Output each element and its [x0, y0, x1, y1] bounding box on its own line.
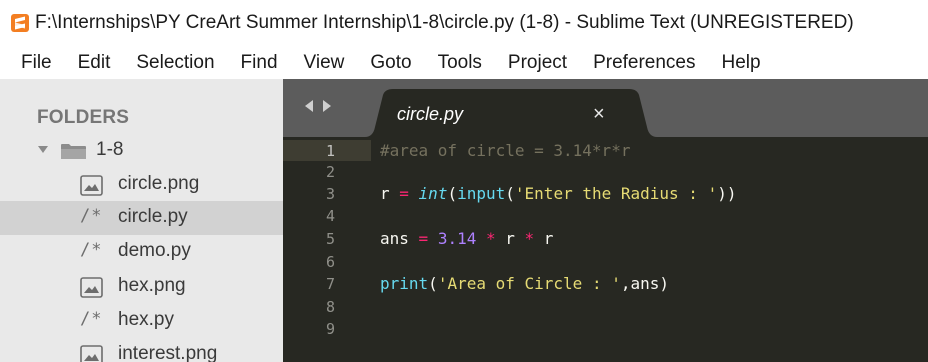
- code-line[interactable]: ans = 3.14 * r * r: [380, 229, 553, 248]
- line-number: 5: [325, 230, 335, 248]
- line-number: 7: [325, 275, 335, 293]
- code-token: 'Area of Circle : ': [437, 274, 621, 293]
- sublime-text-app-icon[interactable]: [11, 14, 29, 32]
- code-token: r: [380, 184, 400, 203]
- code-token: ans: [380, 229, 419, 248]
- file-label: hex.py: [118, 309, 174, 330]
- menu-preferences[interactable]: Preferences: [579, 52, 707, 74]
- folder-open-icon: [61, 144, 86, 159]
- code-token: =: [418, 229, 429, 248]
- code-line[interactable]: r = int(input('Enter the Radius : ')): [380, 184, 736, 203]
- tab-bar: circle.py ×: [283, 79, 928, 137]
- code-token: #area of circle = 3.14*r*r: [380, 141, 631, 160]
- line-number: 3: [325, 185, 335, 203]
- line-number: 4: [325, 207, 335, 225]
- menu-file[interactable]: File: [6, 52, 64, 74]
- folder-row[interactable]: 1-8: [0, 134, 283, 168]
- menu-tools[interactable]: Tools: [424, 52, 494, 74]
- code-area[interactable]: 1 2 3 4 5 6 7 8 9 #area of circle = 3.14*r*r r = …: [283, 137, 928, 362]
- tab-circle-py[interactable]: circle.py ×: [365, 89, 657, 137]
- code-token: (: [428, 274, 438, 293]
- sidebar: FOLDERS 1-8 circle.png /* circle.py /* d…: [0, 79, 283, 362]
- file-row-interest-png[interactable]: interest.png: [0, 338, 283, 362]
- file-label: circle.png: [118, 173, 200, 194]
- code-token: =: [399, 184, 409, 203]
- editor-pane: circle.py × 1 2 3 4 5 6 7 8 9 #area of circle = …: [283, 79, 928, 362]
- code-token: )): [717, 184, 737, 203]
- tab-navigation: [303, 99, 333, 113]
- line-number: 2: [325, 163, 335, 181]
- menu-goto[interactable]: Goto: [356, 52, 423, 74]
- file-row-circle-png[interactable]: circle.png: [0, 168, 283, 202]
- menu-selection[interactable]: Selection: [122, 52, 226, 74]
- code-token: print: [380, 274, 429, 293]
- code-file-icon: /*: [80, 240, 103, 260]
- folders-header: FOLDERS: [37, 107, 130, 128]
- title-bar: F:\Internships\PY CreArt Summer Internsh…: [0, 0, 928, 46]
- code-token: *: [485, 229, 496, 248]
- image-file-icon: [80, 277, 103, 298]
- menu-help[interactable]: Help: [708, 52, 773, 74]
- code-file-icon: /*: [80, 206, 103, 226]
- code-token: ,ans): [620, 274, 670, 293]
- code-token: (: [505, 184, 515, 203]
- file-label: interest.png: [118, 343, 218, 362]
- menu-project[interactable]: Project: [494, 52, 579, 74]
- folder-label: 1-8: [96, 139, 124, 160]
- code-token: *: [524, 229, 535, 248]
- menu-find[interactable]: Find: [227, 52, 290, 74]
- code-line[interactable]: print('Area of Circle : ',ans): [380, 274, 669, 293]
- line-number: 9: [325, 320, 335, 338]
- line-number: 8: [325, 298, 335, 316]
- tab-scroll-left-icon[interactable]: [303, 99, 315, 113]
- code-file-icon: /*: [80, 309, 103, 329]
- code-token: (: [447, 184, 458, 203]
- close-icon[interactable]: ×: [593, 103, 605, 126]
- disclosure-triangle-icon[interactable]: [38, 146, 48, 153]
- menu-bar: File Edit Selection Find View Goto Tools…: [0, 46, 928, 79]
- line-number-gutter: 1 2 3 4 5 6 7 8 9: [283, 137, 371, 362]
- menu-edit[interactable]: Edit: [64, 52, 123, 74]
- window-title: F:\Internships\PY CreArt Summer Internsh…: [35, 12, 854, 33]
- code-token: input: [457, 184, 506, 203]
- tab-scroll-right-icon[interactable]: [321, 99, 333, 113]
- file-label: demo.py: [118, 240, 191, 261]
- code-token: int: [418, 184, 448, 203]
- code-token: r: [534, 229, 554, 248]
- menu-view[interactable]: View: [290, 52, 357, 74]
- code-token: r: [495, 229, 525, 248]
- line-number: 1: [325, 142, 335, 160]
- tab-label: circle.py: [397, 104, 464, 124]
- image-file-icon: [80, 345, 103, 362]
- file-label: circle.py: [118, 206, 188, 227]
- file-row-hex-png[interactable]: hex.png: [0, 270, 283, 304]
- file-row-demo-py[interactable]: /* demo.py: [0, 235, 283, 269]
- file-label: hex.png: [118, 275, 186, 296]
- line-number: 6: [325, 253, 335, 271]
- file-row-hex-py[interactable]: /* hex.py: [0, 304, 283, 338]
- file-row-circle-py[interactable]: /* circle.py: [0, 201, 283, 235]
- code-token: 'Enter the Radius : ': [514, 184, 718, 203]
- image-file-icon: [80, 175, 103, 196]
- code-line[interactable]: #area of circle = 3.14*r*r: [380, 141, 630, 160]
- code-token: 3.14: [437, 229, 477, 248]
